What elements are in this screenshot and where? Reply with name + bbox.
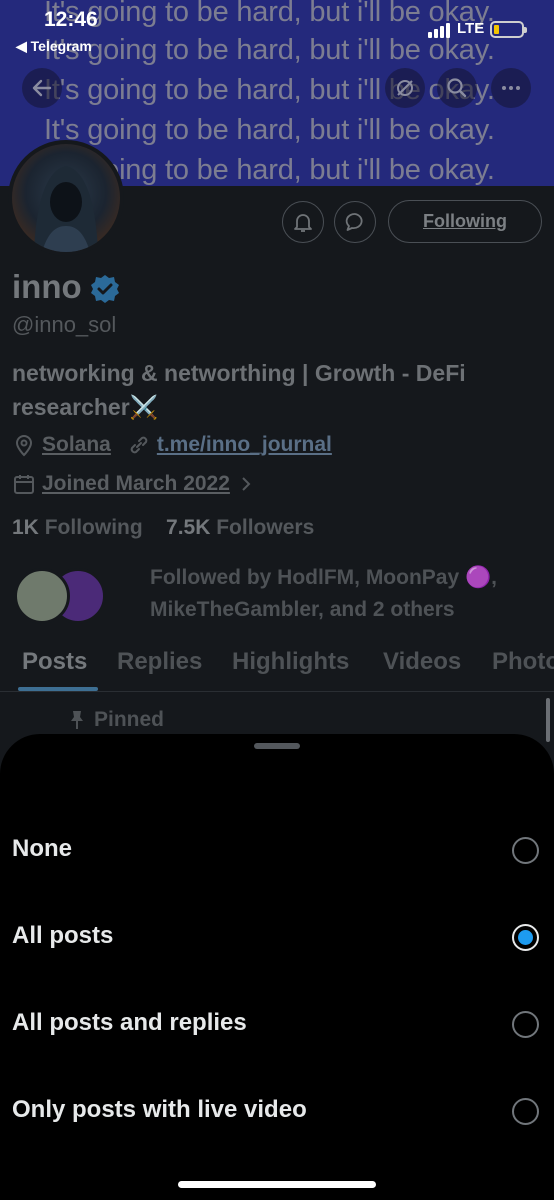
tab-highlights[interactable]: Highlights: [232, 648, 349, 676]
status-time: 12:46: [44, 8, 98, 31]
profile-tabs: Posts Replies Highlights Videos Photos: [0, 640, 554, 692]
grok-icon: [397, 80, 413, 96]
chat-bubble-icon: [345, 213, 363, 231]
option-label: Only posts with live video: [12, 1096, 307, 1123]
radio-unselected[interactable]: [512, 837, 539, 864]
back-button[interactable]: [22, 68, 62, 108]
followers-count-link[interactable]: 7.5K Followers: [166, 516, 314, 539]
followed-by-text[interactable]: Followed by HodlFM, MoonPay 🟣, MikeTheGa…: [150, 562, 546, 626]
hooded-figure-icon: [34, 166, 98, 252]
option-live-video[interactable]: Only posts with live video: [0, 1068, 554, 1155]
sheet-grabber[interactable]: [254, 743, 300, 749]
option-label: None: [12, 835, 72, 862]
radio-selected[interactable]: [512, 924, 539, 951]
grok-button[interactable]: [385, 68, 425, 108]
profile-name: inno: [12, 268, 82, 305]
more-icon: [502, 86, 520, 90]
battery-icon: [490, 21, 527, 38]
back-arrow-icon: [32, 79, 52, 97]
profile-meta-joined[interactable]: Joined March 2022: [12, 472, 254, 496]
bell-plus-icon: [294, 214, 312, 232]
profile-bio: networking & networthing | Growth - DeFi…: [12, 360, 466, 420]
notifications-button[interactable]: [282, 201, 324, 243]
calendar-icon: [14, 475, 34, 494]
option-label: All posts: [12, 922, 114, 949]
profile-link[interactable]: t.me/inno_journal: [157, 433, 332, 457]
radio-unselected[interactable]: [512, 1011, 539, 1038]
location-text: Solana: [42, 433, 111, 456]
location-pin-icon: [15, 435, 33, 457]
verified-badge-icon: [91, 275, 119, 303]
tab-posts[interactable]: Posts: [22, 648, 87, 676]
following-button[interactable]: Following: [388, 200, 542, 243]
option-none[interactable]: None: [0, 807, 554, 894]
back-to-app-link[interactable]: ◀ Telegram: [16, 38, 92, 55]
search-button[interactable]: [437, 68, 477, 108]
scrollbar[interactable]: [546, 698, 550, 742]
option-all-posts-and-replies[interactable]: All posts and replies: [0, 981, 554, 1068]
chevron-right-icon: [242, 477, 251, 491]
active-tab-indicator: [18, 687, 98, 691]
tab-replies[interactable]: Replies: [117, 648, 202, 676]
follower-avatar: [14, 568, 70, 624]
option-all-posts[interactable]: All posts: [0, 894, 554, 981]
tab-photos[interactable]: Photos: [492, 648, 554, 676]
profile-meta-location-link: Solana t.me/inno_journal: [12, 433, 332, 457]
option-label: All posts and replies: [12, 1009, 247, 1036]
avatar[interactable]: [8, 140, 124, 256]
following-count-link[interactable]: 1K Following: [12, 516, 143, 539]
home-indicator[interactable]: [178, 1181, 376, 1188]
link-icon: [130, 436, 148, 454]
tab-videos[interactable]: Videos: [383, 648, 461, 676]
message-button[interactable]: [334, 201, 376, 243]
pin-icon: [71, 711, 83, 729]
network-type: LTE: [457, 20, 485, 37]
joined-date: Joined March 2022: [42, 472, 230, 495]
radio-unselected[interactable]: [512, 1098, 539, 1125]
notification-settings-sheet: None All posts All posts and replies Onl…: [0, 734, 554, 1200]
more-button[interactable]: [491, 68, 531, 108]
pinned-label: Pinned: [68, 708, 164, 732]
follow-counts: 1K Following 7.5K Followers: [12, 516, 314, 540]
search-icon: [447, 78, 467, 98]
status-bar: 12:46 ◀ Telegram LTE: [0, 0, 554, 60]
signal-icon: [428, 22, 452, 38]
profile-handle: @inno_sol: [12, 312, 117, 337]
